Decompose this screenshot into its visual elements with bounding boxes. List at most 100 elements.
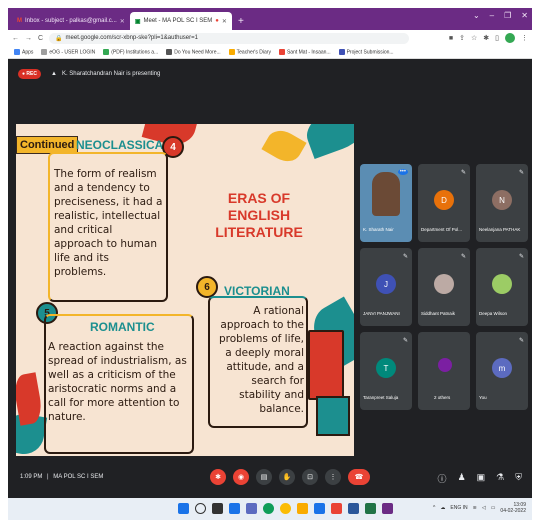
participant-tile[interactable]: ✎ J JANVI PANJWANI [360, 248, 412, 326]
participant-tile[interactable]: ✎ m You [476, 332, 528, 410]
chevron-up-icon[interactable]: ^ [433, 505, 435, 511]
participant-name: Deepa Wilson [479, 311, 508, 316]
bookmark-label: Do You Need More... [174, 49, 221, 56]
search-icon[interactable] [195, 503, 206, 514]
bookmark-label: Project Submission... [346, 49, 394, 56]
rec-label: REC [26, 71, 37, 77]
more-options-button[interactable]: ⋮ [325, 469, 341, 485]
camera-icon[interactable]: ■ [449, 35, 453, 42]
bookmark-label: (PDF) Institutions a... [111, 49, 159, 56]
lock-icon: 🔒 [55, 35, 63, 42]
extensions-icon[interactable]: ✱ [483, 34, 489, 42]
share-icon[interactable]: ⇪ [459, 34, 465, 42]
lang-indicator[interactable]: ENG IN [450, 505, 467, 511]
chrome-icon[interactable] [280, 503, 291, 514]
bookmark-apps[interactable]: Apps [14, 48, 34, 56]
url-field[interactable]: 🔒 meet.google.com/scr-xbnp-ske?pli=1&aut… [49, 32, 410, 44]
recording-dot-icon: ● [215, 18, 219, 24]
participant-tile[interactable]: 2 others [418, 332, 470, 410]
present-button[interactable]: ⊡ [302, 469, 318, 485]
gmail-icon: M [17, 18, 22, 24]
presenting-text: K. Sharatchandran Nair is presenting [61, 71, 161, 77]
office-icon[interactable] [331, 503, 342, 514]
camera-toggle-button[interactable]: ◉ [233, 469, 249, 485]
activities-icon[interactable]: ⚗ [496, 472, 504, 485]
chat-icon[interactable]: ▣ [477, 472, 486, 485]
tab-gmail[interactable]: M Inbox - subject - palkas@gmail.c... ✕ [12, 12, 130, 30]
maximize-button[interactable]: ❐ [504, 11, 511, 20]
captions-button[interactable]: ▤ [256, 469, 272, 485]
app-icon[interactable] [382, 503, 393, 514]
neoclassical-heading: NEOCLASSICAL [76, 138, 171, 152]
new-tab-button[interactable]: + [232, 12, 250, 30]
participant-tile[interactable]: ••• K. Sharath Nair [360, 164, 412, 242]
participant-video [372, 172, 400, 216]
clock[interactable]: 13:09 04-02-2022 [500, 502, 526, 514]
mic-toggle-button[interactable]: ✱ [210, 469, 226, 485]
bookmark-item[interactable]: Project Submission... [338, 48, 394, 56]
people-icon[interactable]: ♟ [458, 472, 466, 485]
windows-start-icon[interactable] [178, 503, 189, 514]
chat-app-icon[interactable] [246, 503, 257, 514]
minimize-button[interactable]: – [490, 11, 494, 20]
url-text: meet.google.com/scr-xbnp-ske?pli=1&authu… [65, 35, 198, 41]
onedrive-icon[interactable]: ☁ [440, 505, 445, 511]
close-tab-icon[interactable]: ✕ [222, 18, 227, 25]
section-number-badge: 6 [196, 276, 218, 298]
file-explorer-icon[interactable] [297, 503, 308, 514]
bookmarks-bar: Apps eOG - USER LOGIN (PDF) Institutions… [8, 46, 532, 59]
bookmark-item[interactable]: Do You Need More... [166, 48, 221, 56]
profile-icon[interactable]: ▯ [495, 34, 499, 42]
participant-tile[interactable]: ✎ Deepa Wilson [476, 248, 528, 326]
battery-icon[interactable]: ▭ [491, 505, 496, 511]
close-window-button[interactable]: ✕ [521, 11, 528, 20]
word-icon[interactable] [348, 503, 359, 514]
excel-icon[interactable] [365, 503, 376, 514]
decorative-leaf [261, 124, 307, 168]
taskbar: ^ ☁ ENG IN ≋ ◁ ▭ 13:09 04-02-2022 [8, 498, 532, 520]
participant-name: You [479, 395, 487, 400]
edge-icon[interactable] [263, 503, 274, 514]
participant-tile[interactable]: ✎ N Neelanjana PATHAK [476, 164, 528, 242]
bookmark-item[interactable]: Sant Mat - Insaan... [278, 48, 331, 55]
apps-grid-icon [14, 48, 20, 55]
wifi-icon[interactable]: ≋ [473, 505, 477, 511]
meeting-info: 1:09 PM | MA POL SC I SEM [20, 474, 103, 480]
tab-label: Meet - MA POL SC I SEM [143, 18, 213, 24]
widgets-icon[interactable] [229, 503, 240, 514]
recording-badge: ● REC [18, 69, 41, 79]
bookmark-label: Apps [22, 49, 34, 56]
avatar: J [376, 274, 396, 294]
call-controls: ✱ ◉ ▤ ✋ ⊡ ⋮ ☎ [210, 469, 370, 485]
mic-off-icon: ✱ [215, 474, 221, 481]
bookmark-label: eOG - USER LOGIN [49, 49, 96, 56]
close-tab-icon[interactable]: ✕ [120, 18, 125, 25]
back-icon[interactable]: ← [12, 35, 19, 42]
bookmark-star-icon[interactable]: ☆ [471, 34, 477, 42]
store-icon[interactable] [314, 503, 325, 514]
reload-icon[interactable]: C [38, 35, 43, 42]
bookmark-icon [228, 48, 235, 55]
gmail-icon [278, 48, 285, 55]
participant-tile[interactable]: ✎ Siddhant Patnaik [418, 248, 470, 326]
tab-meet[interactable]: ▣ Meet - MA POL SC I SEM ● ✕ [129, 12, 232, 30]
forward-icon[interactable]: → [25, 35, 32, 42]
profile-avatar[interactable] [505, 33, 515, 43]
avatar: D [434, 190, 454, 210]
bookmark-item[interactable]: eOG - USER LOGIN [41, 48, 96, 56]
participant-tile[interactable]: ✎ D Department Of Pol... [418, 164, 470, 242]
slide-title: ERAS OF ENGLISH LITERATURE [184, 190, 334, 241]
task-view-icon[interactable] [212, 503, 223, 514]
volume-icon[interactable]: ◁ [482, 505, 486, 511]
tab-search-button[interactable]: ⌄ [473, 11, 480, 20]
participant-tile[interactable]: ✎ T Taranpreet Saluja [360, 332, 412, 410]
host-controls-icon[interactable]: ⛨ [515, 472, 522, 485]
bookmark-item[interactable]: (PDF) Institutions a... [103, 48, 159, 56]
raise-hand-button[interactable]: ✋ [279, 469, 295, 485]
victorian-text: A rational approach to the problems of l… [218, 305, 304, 415]
menu-icon[interactable]: ⋮ [521, 34, 528, 42]
info-icon[interactable]: ⓘ [438, 472, 447, 485]
address-bar-actions: ■ ⇪ ☆ ✱ ▯ ⋮ [449, 33, 528, 43]
bookmark-item[interactable]: Teacher's Diary [228, 48, 271, 55]
leave-call-button[interactable]: ☎ [348, 469, 370, 485]
